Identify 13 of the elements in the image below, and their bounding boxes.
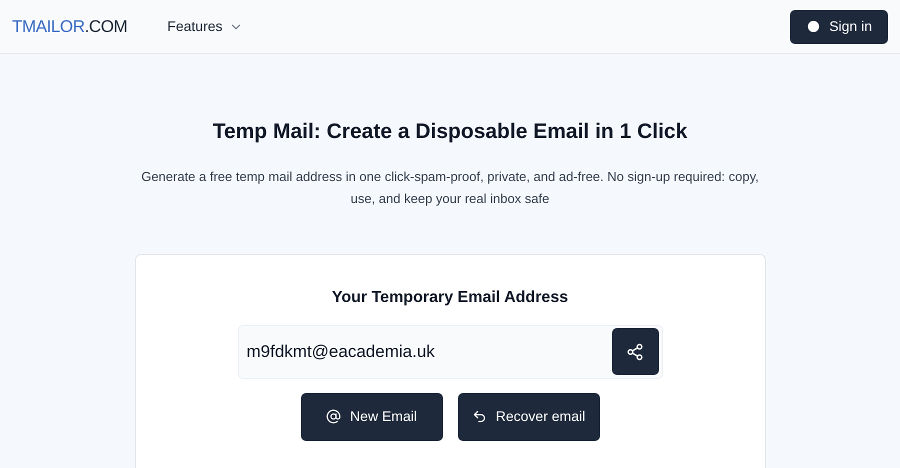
share-icon	[626, 342, 644, 360]
undo-icon	[472, 409, 487, 424]
nav-menu[interactable]: Features	[167, 16, 243, 37]
site-logo[interactable]: TMAILOR.COM	[12, 14, 128, 40]
share-button[interactable]	[612, 328, 658, 375]
action-button[interactable]: New Email	[300, 392, 442, 440]
sign-in-button[interactable]: Sign in	[790, 10, 888, 44]
email-field[interactable]: m9fdkmt@eacademia.uk	[238, 324, 662, 378]
page-description: Generate a free temp mail address in one click-spam-proof, private, and ad-free. No sign-up required: copy, use, and keep your real inbox safe	[140, 168, 760, 208]
card-heading: Your Temporary Email Address	[332, 288, 568, 308]
at-sign-icon	[326, 409, 342, 424]
page-title: Temp Mail: Create a Disposable Email in 1 Click	[212, 119, 688, 145]
action-button[interactable]: Recover email	[458, 392, 600, 440]
